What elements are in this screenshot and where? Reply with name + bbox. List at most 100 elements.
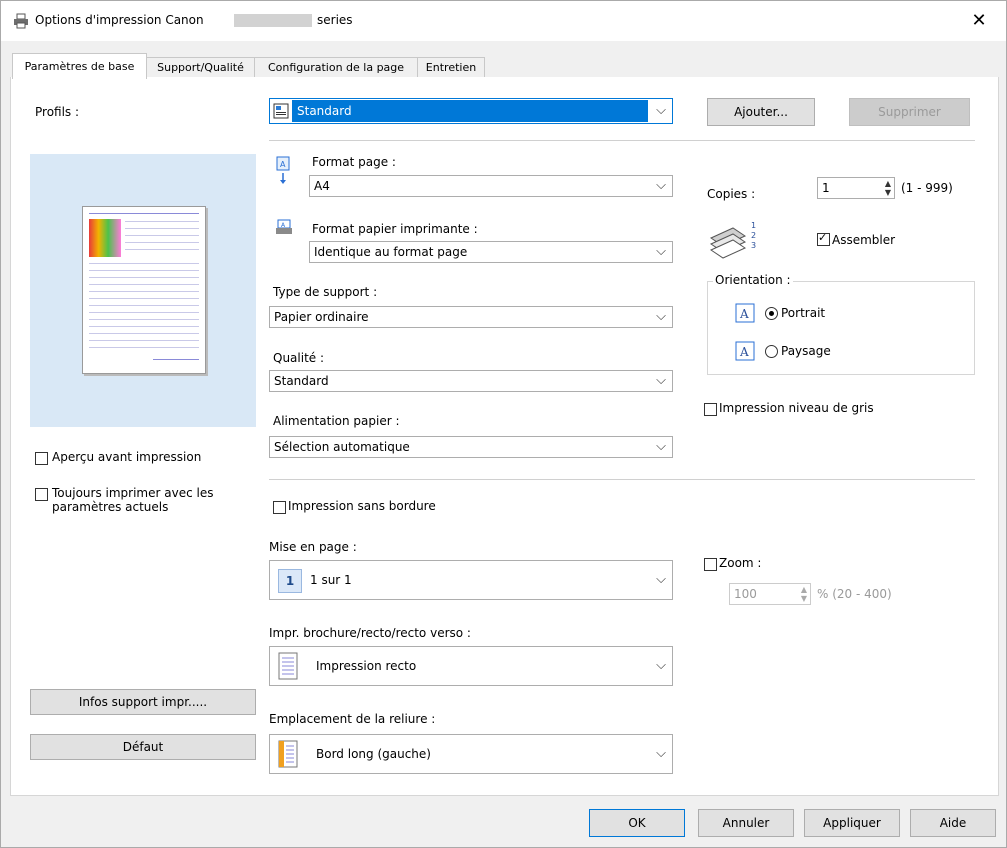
layout-icon: 1 — [278, 569, 302, 593]
printer-paper-size-label: Format papier imprimante : — [312, 222, 478, 236]
media-type-select[interactable]: Papier ordinaire ⌵ — [269, 306, 673, 328]
always-print-label-line1: Toujours imprimer avec les — [52, 486, 214, 500]
help-button[interactable]: Aide — [910, 809, 996, 837]
chevron-down-icon: ⌵ — [656, 373, 666, 388]
layout-label: Mise en page : — [269, 540, 357, 554]
svg-text:1: 1 — [751, 221, 756, 230]
zoom-checkbox[interactable] — [704, 558, 717, 571]
always-print-checkbox[interactable] — [35, 488, 48, 501]
quality-value: Standard — [274, 374, 329, 388]
add-profile-button[interactable]: Ajouter... — [707, 98, 815, 126]
profile-icon — [273, 103, 289, 119]
zoom-spinner[interactable]: 100 ▲ ▼ — [729, 583, 811, 605]
printer-icon — [14, 13, 28, 29]
media-info-button[interactable]: Infos support impr..... — [30, 689, 256, 715]
svg-text:A: A — [739, 307, 749, 321]
preview-label: Aperçu avant impression — [52, 450, 202, 464]
quality-select[interactable]: Standard ⌵ — [269, 370, 673, 392]
long-edge-left-icon — [278, 740, 298, 768]
portrait-radio[interactable] — [765, 307, 778, 320]
binding-label: Emplacement de la reliure : — [269, 712, 436, 726]
layout-select[interactable]: 1 1 sur 1 ⌵ — [269, 560, 673, 600]
preview-checkbox[interactable] — [35, 452, 48, 465]
binding-value: Bord long (gauche) — [316, 747, 431, 761]
single-sided-icon — [278, 652, 298, 680]
svg-text:A: A — [739, 345, 749, 359]
media-type-value: Papier ordinaire — [274, 310, 369, 324]
page-size-icon: A — [276, 156, 290, 184]
defaults-button[interactable]: Défaut — [30, 734, 256, 760]
tab-page-setup[interactable]: Configuration de la page — [254, 57, 418, 78]
duplex-select[interactable]: Impression recto ⌵ — [269, 646, 673, 686]
preview-page — [82, 206, 206, 374]
title-bar: Options d'impression Canon series ✕ — [1, 1, 1006, 41]
borderless-label: Impression sans bordure — [288, 499, 436, 513]
grayscale-checkbox[interactable] — [704, 403, 717, 416]
collate-checkbox[interactable] — [817, 231, 830, 246]
chevron-down-icon: ⌵ — [656, 572, 666, 587]
copies-range: (1 - 999) — [901, 181, 953, 195]
page-size-value: A4 — [314, 179, 330, 193]
window-title-suffix: series — [317, 13, 353, 27]
chevron-down-icon: ⌵ — [656, 103, 666, 118]
apply-button[interactable]: Appliquer — [804, 809, 900, 837]
print-options-window: Options d'impression Canon series ✕ Para… — [0, 0, 1007, 848]
printer-paper-size-icon: A — [276, 219, 292, 234]
zoom-range: % (20 - 400) — [817, 587, 892, 601]
spin-arrows-icon: ▲ ▼ — [800, 585, 807, 603]
delete-profile-button[interactable]: Supprimer — [849, 98, 970, 126]
chevron-down-icon: ⌵ — [656, 178, 666, 193]
chevron-down-icon: ⌵ — [656, 746, 666, 761]
collate-icon: 1 2 3 — [709, 221, 756, 259]
tab-maintenance[interactable]: Entretien — [417, 57, 485, 78]
cancel-button[interactable]: Annuler — [698, 809, 794, 837]
svg-text:3: 3 — [751, 241, 756, 250]
chevron-down-icon: ⌵ — [656, 439, 666, 454]
zoom-label: Zoom : — [719, 556, 762, 570]
page-size-label: Format page : — [312, 155, 396, 169]
separator-top — [269, 140, 975, 141]
printer-paper-size-value: Identique au format page — [314, 245, 468, 259]
chevron-down-icon: ⌵ — [656, 309, 666, 324]
page-size-select[interactable]: A4 ⌵ — [309, 175, 673, 197]
quality-label: Qualité : — [273, 351, 325, 365]
landscape-icon: A — [735, 341, 755, 361]
borderless-checkbox[interactable] — [273, 501, 286, 514]
printer-paper-size-select[interactable]: Identique au format page ⌵ — [309, 241, 673, 263]
preview-color-image — [89, 219, 121, 257]
duplex-value: Impression recto — [316, 659, 417, 673]
profiles-select[interactable]: Standard ⌵ — [269, 98, 673, 124]
paper-source-label: Alimentation papier : — [273, 414, 400, 428]
paper-source-select[interactable]: Sélection automatique ⌵ — [269, 436, 673, 458]
tab-basic-settings[interactable]: Paramètres de base — [12, 53, 147, 79]
spin-arrows-icon: ▲ ▼ — [884, 179, 891, 197]
always-print-label-line2: paramètres actuels — [52, 500, 169, 514]
portrait-label: Portrait — [781, 306, 826, 320]
paper-source-value: Sélection automatique — [274, 440, 410, 454]
collate-label: Assembler — [832, 233, 896, 247]
window-title: Options d'impression Canon — [35, 13, 204, 27]
redacted-model-name — [234, 14, 312, 27]
media-type-label: Type de support : — [273, 285, 378, 299]
profiles-value: Standard — [297, 104, 352, 118]
chevron-down-icon: ⌵ — [656, 658, 666, 673]
chevron-down-icon: ⌵ — [656, 244, 666, 259]
binding-select[interactable]: Bord long (gauche) ⌵ — [269, 734, 673, 774]
layout-value: 1 sur 1 — [310, 573, 352, 587]
zoom-value: 100 — [734, 587, 757, 601]
grayscale-label: Impression niveau de gris — [719, 401, 874, 415]
copies-value: 1 — [822, 181, 830, 195]
copies-label: Copies : — [707, 187, 756, 201]
close-button[interactable]: ✕ — [964, 9, 994, 33]
landscape-label: Paysage — [781, 344, 831, 358]
landscape-radio[interactable] — [765, 345, 778, 358]
profiles-label: Profils : — [35, 105, 80, 119]
orientation-label: Orientation : — [713, 273, 793, 287]
tab-media-quality[interactable]: Support/Qualité — [146, 57, 255, 78]
separator-middle — [269, 479, 975, 480]
duplex-label: Impr. brochure/recto/recto verso : — [269, 626, 471, 640]
ok-button[interactable]: OK — [589, 809, 685, 837]
copies-spinner[interactable]: 1 ▲ ▼ — [817, 177, 895, 199]
print-preview — [30, 154, 256, 427]
svg-text:2: 2 — [751, 231, 756, 240]
